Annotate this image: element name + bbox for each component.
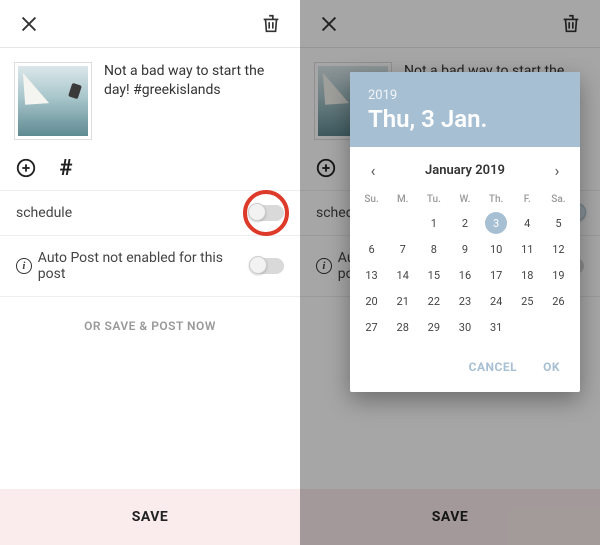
calendar-empty	[543, 314, 574, 340]
calendar-day[interactable]: 22	[418, 288, 449, 314]
calendar-day[interactable]: 28	[387, 314, 418, 340]
calendar-day[interactable]: 17	[481, 262, 512, 288]
dow-label: Th.	[481, 189, 512, 210]
info-icon: i	[16, 258, 32, 274]
autopost-toggle[interactable]	[251, 258, 284, 274]
calendar-day[interactable]: 24	[481, 288, 512, 314]
close-icon[interactable]	[14, 9, 44, 39]
schedule-toggle[interactable]	[250, 205, 284, 221]
calendar-day[interactable]: 23	[449, 288, 480, 314]
calendar-day[interactable]: 5	[543, 210, 574, 236]
calendar-day[interactable]: 15	[418, 262, 449, 288]
post-thumbnail[interactable]	[14, 62, 92, 140]
calendar-grid: Su.M.Tu.W.Th.F.Sa.1234567891011121314151…	[350, 187, 580, 346]
dow-label: F.	[512, 189, 543, 210]
compose-screen: Not a bad way to start the day! #greekis…	[0, 0, 300, 545]
calendar-empty	[387, 210, 418, 236]
autopost-label: Auto Post not enabled for this post	[38, 250, 251, 282]
dow-label: Tu.	[418, 189, 449, 210]
cancel-button[interactable]: CANCEL	[459, 354, 527, 380]
calendar-day[interactable]: 2	[449, 210, 480, 236]
calendar-day[interactable]: 26	[543, 288, 574, 314]
hashtag-icon[interactable]: #	[54, 156, 78, 180]
schedule-label: schedule	[16, 205, 72, 221]
calendar-day[interactable]: 13	[356, 262, 387, 288]
post-row: Not a bad way to start the day! #greekis…	[0, 48, 300, 150]
next-month-icon[interactable]: ›	[544, 157, 570, 183]
ok-button[interactable]: OK	[533, 354, 570, 380]
date-picker-year[interactable]: 2019	[368, 88, 562, 103]
dow-label: Su.	[356, 189, 387, 210]
date-picker-date[interactable]: Thu, 3 Jan.	[368, 105, 562, 133]
date-picker-actions: CANCEL OK	[350, 346, 580, 392]
schedule-row: schedule	[0, 191, 300, 236]
calendar-day[interactable]: 29	[418, 314, 449, 340]
calendar-day[interactable]: 16	[449, 262, 480, 288]
calendar-day[interactable]: 11	[512, 236, 543, 262]
action-row: #	[0, 150, 300, 191]
dow-label: M.	[387, 189, 418, 210]
autopost-row: i Auto Post not enabled for this post	[0, 236, 300, 297]
calendar-day[interactable]: 30	[449, 314, 480, 340]
date-picker-header: 2019 Thu, 3 Jan.	[350, 72, 580, 147]
calendar-day[interactable]: 31	[481, 314, 512, 340]
calendar-day[interactable]: 3	[481, 210, 512, 236]
or-save-post-now[interactable]: OR SAVE & POST NOW	[0, 297, 300, 355]
dow-label: Sa.	[543, 189, 574, 210]
calendar-empty	[512, 314, 543, 340]
month-title: January 2019	[425, 163, 505, 178]
calendar-day[interactable]: 9	[449, 236, 480, 262]
calendar-day[interactable]: 14	[387, 262, 418, 288]
calendar-day[interactable]: 19	[543, 262, 574, 288]
compose-screen-with-picker: Not a bad way to start the day! #greekis…	[300, 0, 600, 545]
calendar-empty	[356, 210, 387, 236]
calendar-day[interactable]: 1	[418, 210, 449, 236]
calendar-day[interactable]: 27	[356, 314, 387, 340]
add-icon[interactable]	[14, 156, 38, 180]
date-picker: 2019 Thu, 3 Jan. ‹ January 2019 › Su.M.T…	[350, 72, 580, 392]
calendar-day[interactable]: 8	[418, 236, 449, 262]
post-caption[interactable]: Not a bad way to start the day! #greekis…	[92, 62, 286, 140]
calendar-day[interactable]: 4	[512, 210, 543, 236]
calendar-day[interactable]: 21	[387, 288, 418, 314]
dow-label: W.	[449, 189, 480, 210]
date-picker-nav: ‹ January 2019 ›	[350, 147, 580, 187]
calendar-day[interactable]: 6	[356, 236, 387, 262]
calendar-day[interactable]: 18	[512, 262, 543, 288]
calendar-day[interactable]: 10	[481, 236, 512, 262]
save-button[interactable]: SAVE	[0, 489, 300, 545]
calendar-day[interactable]: 20	[356, 288, 387, 314]
trash-icon[interactable]	[256, 9, 286, 39]
calendar-day[interactable]: 25	[512, 288, 543, 314]
prev-month-icon[interactable]: ‹	[360, 157, 386, 183]
calendar-day[interactable]: 12	[543, 236, 574, 262]
calendar-day[interactable]: 7	[387, 236, 418, 262]
topbar	[0, 0, 300, 48]
